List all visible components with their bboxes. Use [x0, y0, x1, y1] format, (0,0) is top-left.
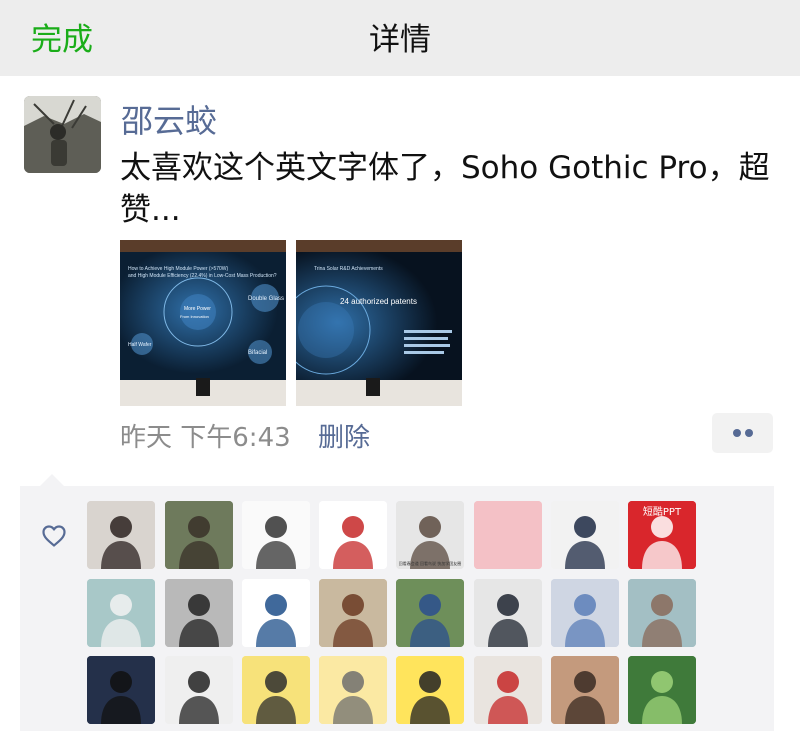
- liker-baby-costume[interactable]: [628, 579, 696, 647]
- liker-avatar-image: [628, 579, 696, 647]
- liker-avatar-image: [551, 656, 619, 724]
- liker-avatar-image: [165, 656, 233, 724]
- author-avatar[interactable]: [24, 96, 101, 173]
- liker-man-uniform[interactable]: [319, 579, 387, 647]
- liker-avatar-image: [87, 656, 155, 724]
- likes-caret: [40, 474, 64, 486]
- delete-button[interactable]: 删除: [318, 417, 370, 454]
- monitor-photo-image: Trina Solar R&D Achievements 24 authoriz…: [296, 240, 462, 406]
- page-title: 详情: [369, 22, 431, 58]
- heart-outline-icon: [42, 525, 66, 547]
- photo-monitor-1[interactable]: How to Achieve High Module Power (>570W)…: [120, 240, 286, 406]
- nav-bar: 完成 详情: [0, 0, 800, 76]
- liker-avatar-image: [319, 579, 387, 647]
- liker-woman-sitting[interactable]: [551, 656, 619, 724]
- liker-avatar-image: [319, 656, 387, 724]
- liker-avatar-image: [87, 579, 155, 647]
- liker-avatar-image: [474, 579, 542, 647]
- liker-avatar-image: [165, 579, 233, 647]
- liker-man-suit[interactable]: [551, 501, 619, 569]
- liker-avatar-image: [396, 656, 464, 724]
- screen-label-1: 24 authorized patents: [340, 297, 417, 306]
- liker-caption: 短酷PPT: [643, 505, 682, 518]
- liker-cartoon-duck[interactable]: [242, 501, 310, 569]
- more-dot-icon: [733, 429, 741, 437]
- monitor-photo-image: How to Achieve High Module Power (>570W)…: [120, 240, 286, 406]
- liker-avatar-image: [551, 501, 619, 569]
- liker-group-photo[interactable]: 回看春会道 回看鸟说 快加学团友圈: [396, 501, 464, 569]
- liker-avatar-image: [87, 501, 155, 569]
- liker-avatar-image: [165, 501, 233, 569]
- liker-woman-denim[interactable]: [396, 579, 464, 647]
- liker-woman-blue-shirt[interactable]: [551, 579, 619, 647]
- screen-label-2: Bifacial: [248, 350, 267, 356]
- liker-avatar-image: [474, 656, 542, 724]
- post-text: 太喜欢这个英文字体了，Soho Gothic Pro，超赞...: [120, 150, 770, 228]
- liker-girl-dark[interactable]: [87, 656, 155, 724]
- liker-christmas-cartoon[interactable]: [319, 501, 387, 569]
- liker-avatar-image: [628, 656, 696, 724]
- liker-avatar-image: [242, 501, 310, 569]
- screen-line-2: and High Module Efficiency (22.4%) in Lo…: [128, 273, 277, 279]
- liker-man-tie[interactable]: [474, 579, 542, 647]
- liker-avatar-image: [319, 501, 387, 569]
- liker-caption: 回看春会道 回看鸟说 快加学团友圈: [399, 560, 462, 566]
- author-name[interactable]: 邵云蛟: [121, 96, 217, 142]
- screen-label-3: Half Wafer: [128, 342, 152, 348]
- screen-label-4: More Power: [184, 306, 211, 312]
- liker-glasses-sketch[interactable]: [242, 579, 310, 647]
- liker-avatar-image: [242, 656, 310, 724]
- liker-cartoon-bird[interactable]: [319, 656, 387, 724]
- more-button[interactable]: [712, 413, 773, 453]
- liker-man-camera[interactable]: [165, 501, 233, 569]
- screen-label-1: Double Glass: [248, 296, 284, 302]
- liker-woman-white-dress[interactable]: [87, 501, 155, 569]
- liker-cartoon-laugh[interactable]: [396, 656, 464, 724]
- liker-parrot-mask[interactable]: [474, 656, 542, 724]
- liker-avatar-image: [474, 501, 542, 569]
- liker-duanku-ppt[interactable]: 短酷PPT: [628, 501, 696, 569]
- liker-avatar-image: [551, 579, 619, 647]
- photo-monitor-2[interactable]: Trina Solar R&D Achievements 24 authoriz…: [296, 240, 462, 406]
- screen-line-1: How to Achieve High Module Power (>570W): [128, 266, 229, 272]
- liker-woman-gown[interactable]: [87, 579, 155, 647]
- liker-green-plant[interactable]: [628, 656, 696, 724]
- liker-pink-blank[interactable]: [474, 501, 542, 569]
- more-dot-icon: [745, 429, 753, 437]
- screen-label-5: From Innovation: [180, 314, 209, 319]
- author-avatar-image: [24, 96, 101, 173]
- liker-manga-gun[interactable]: [165, 656, 233, 724]
- liker-avatar-image: 短酷PPT: [628, 501, 696, 569]
- screen-line-1: Trina Solar R&D Achievements: [314, 266, 383, 272]
- liker-avatar-image: [242, 579, 310, 647]
- liker-avatar-image: 回看春会道 回看鸟说 快加学团友圈: [396, 501, 464, 569]
- liker-avatar-image: [396, 579, 464, 647]
- liker-cartoon-boy-yellow[interactable]: [242, 656, 310, 724]
- post-time: 昨天 下午6:43: [120, 423, 291, 453]
- liker-man-beach[interactable]: [165, 579, 233, 647]
